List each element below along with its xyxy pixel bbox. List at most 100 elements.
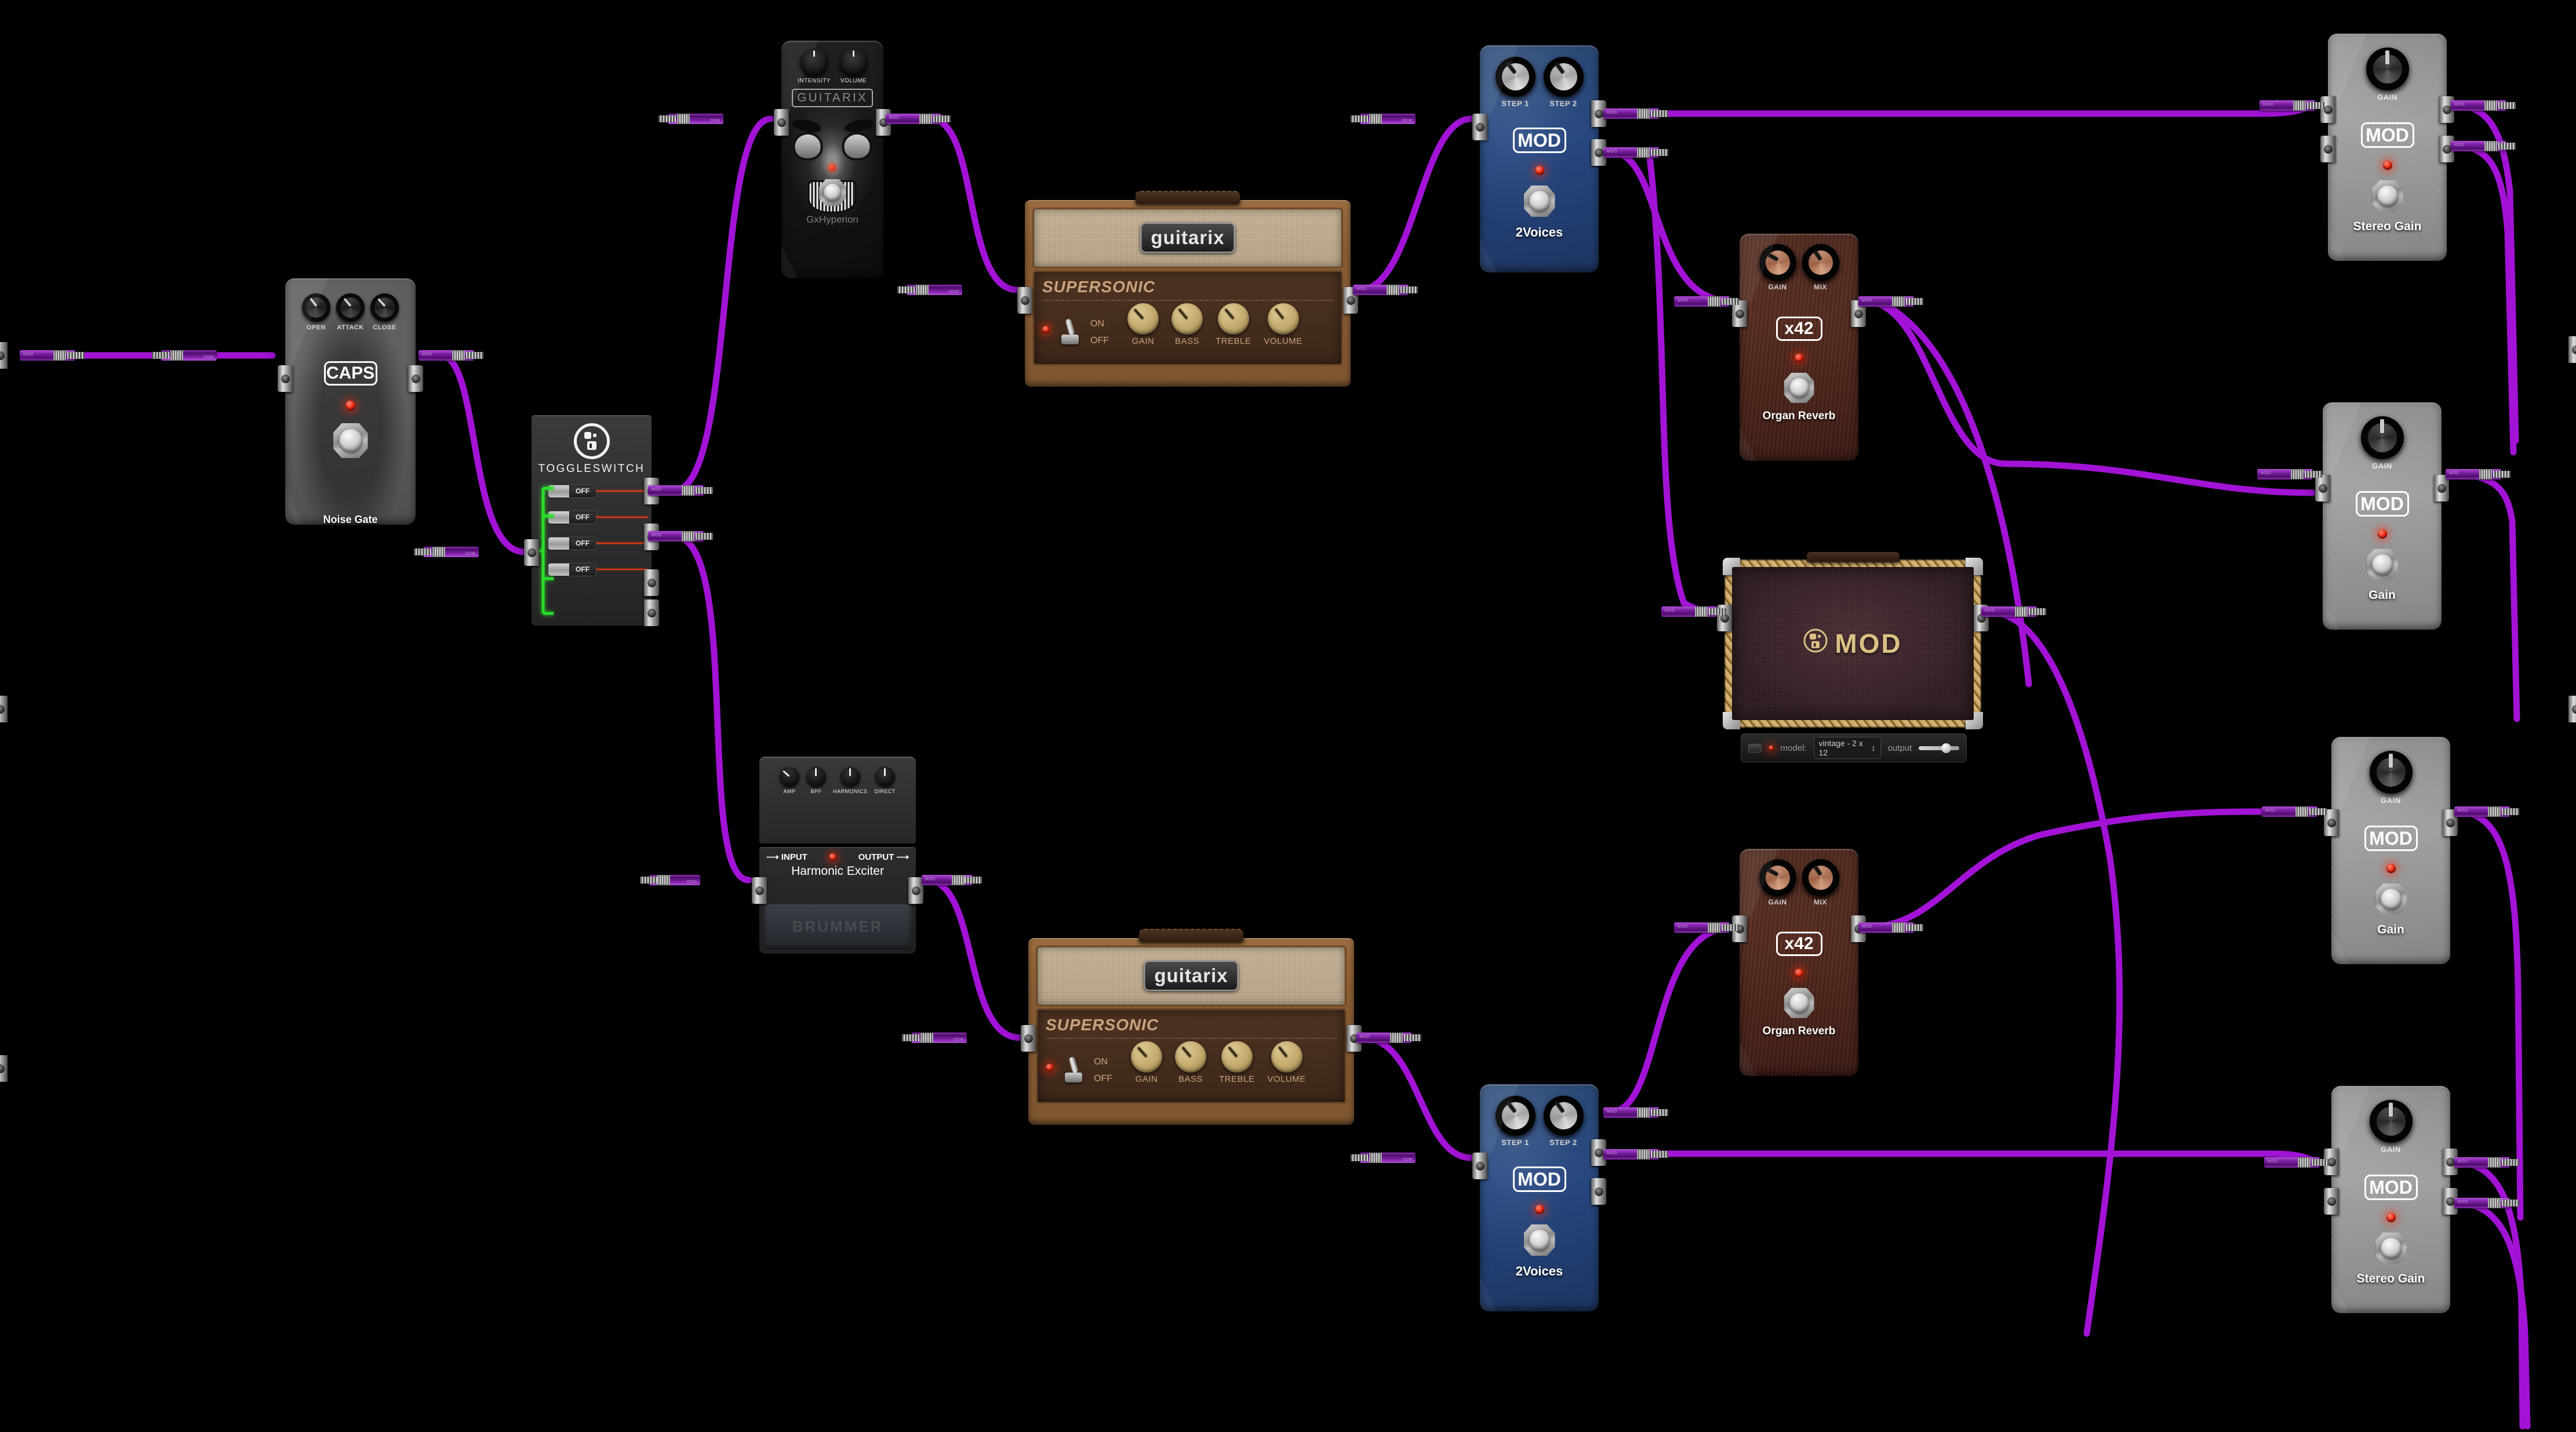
cable-plug[interactable]: MOD <box>648 485 713 496</box>
cable-plug[interactable]: MOD <box>2451 141 2516 151</box>
knob-step-1[interactable]: STEP 1 <box>1495 1096 1536 1147</box>
knob-mix[interactable]: MIX <box>1802 859 1839 906</box>
board-input-jack-3[interactable] <box>0 1055 8 1082</box>
device-noise-gate[interactable]: OPEN ATTACK CLOSE CAPS Noise Gate <box>278 278 423 525</box>
jack-input[interactable] <box>278 365 293 392</box>
cable-plug[interactable]: MOD <box>2260 100 2324 111</box>
power-toggle[interactable] <box>1064 1054 1083 1084</box>
cable-plug[interactable]: MOD <box>1661 606 1726 617</box>
cable-plug[interactable]: MOD <box>648 531 713 541</box>
board-output-jack-2[interactable] <box>2568 696 2576 722</box>
board-input-jack-1[interactable] <box>0 342 8 369</box>
toggle-row[interactable]: OFF <box>548 561 648 578</box>
cable-plug[interactable]: MOD <box>152 350 217 361</box>
knob-treble[interactable]: TREBLE <box>1219 1041 1254 1084</box>
cable-plug[interactable]: MOD <box>20 350 85 361</box>
cable-plug[interactable]: MOD <box>1674 296 1739 307</box>
jack-output[interactable] <box>408 365 423 392</box>
cable-plug[interactable]: MOD <box>922 875 982 885</box>
footswitch[interactable] <box>2375 884 2407 915</box>
toggle-row[interactable]: OFF <box>548 482 648 500</box>
knob-gain[interactable]: GAIN <box>2360 416 2404 470</box>
cable-plug[interactable]: MOD <box>2451 100 2516 111</box>
knob-volume[interactable]: VOLUME <box>1264 303 1302 346</box>
cable-plug[interactable]: MOD <box>2446 469 2510 479</box>
cable-plug[interactable]: MOD <box>2264 1157 2329 1168</box>
cable-plug[interactable]: MOD <box>1981 606 2046 617</box>
cable-plug[interactable]: MOD <box>1858 922 1923 933</box>
cable-plug[interactable]: MOD <box>1356 1033 1421 1043</box>
jack-input[interactable] <box>1472 1153 1487 1179</box>
cab-model-select[interactable]: vintage - 2 x 12 ↕ <box>1813 737 1881 759</box>
footswitch[interactable] <box>333 423 368 458</box>
knob-harmonics[interactable]: HARMONICS <box>833 767 868 794</box>
knob-gain[interactable]: GAIN <box>1131 1041 1162 1084</box>
jack-input[interactable] <box>752 877 767 904</box>
jack-input[interactable] <box>2315 475 2330 501</box>
knob-bass[interactable]: BASS <box>1171 303 1203 346</box>
footswitch[interactable] <box>2371 180 2403 212</box>
knob-volume[interactable]: VOLUME <box>1267 1041 1305 1084</box>
jack-output-4[interactable] <box>644 599 659 626</box>
cable-plug[interactable]: MOD <box>1351 114 1416 124</box>
knob-step-2[interactable]: STEP 2 <box>1543 57 1584 108</box>
toggle-row[interactable]: OFF <box>548 508 648 526</box>
cable-plug[interactable]: MOD <box>414 547 479 557</box>
cab-control-strip[interactable]: model: vintage - 2 x 12 ↕ output <box>1741 733 1967 762</box>
jack-input[interactable] <box>1021 1025 1036 1052</box>
cable-plug[interactable]: MOD <box>1603 147 1668 158</box>
footswitch[interactable] <box>1523 1224 1555 1256</box>
cable-plug[interactable]: MOD <box>897 285 962 295</box>
device-toggleswitch[interactable]: TOGGLESWITCH OFF OFF OFF OFF <box>524 415 659 626</box>
jack-input[interactable] <box>1017 287 1032 314</box>
knob-intensity[interactable]: INTENSITY <box>798 49 831 84</box>
cable-plug[interactable]: MOD <box>1858 296 1923 307</box>
output-slider[interactable] <box>1919 743 1960 753</box>
knob-treble[interactable]: TREBLE <box>1216 303 1251 346</box>
cable-plug[interactable]: MOD <box>1603 1149 1668 1160</box>
cable-plug[interactable]: MOD <box>658 114 723 124</box>
device-mod-cab[interactable]: MOD model: vintage - 2 x 12 ↕ output <box>1717 552 1989 762</box>
cable-plug[interactable]: MOD <box>1674 922 1739 933</box>
toggle-switch-2[interactable]: OFF <box>548 510 596 524</box>
knob-bpf[interactable]: BPF <box>806 767 826 794</box>
jack-output-right[interactable] <box>1591 1178 1606 1205</box>
jack-input-right[interactable] <box>2320 136 2335 162</box>
cable-plug[interactable]: MOD <box>2454 1198 2519 1208</box>
device-2voices-1[interactable]: STEP 1 STEP 2 MOD 2Voices <box>1472 45 1606 272</box>
footswitch[interactable] <box>1784 988 1814 1018</box>
device-harmonic-exciter[interactable]: AMP BPF HARMONICS DIRECT ⟶ INPUT OUTPUT … <box>752 757 923 954</box>
knob-gain[interactable]: GAIN <box>2366 48 2409 101</box>
cable-plug[interactable]: MOD <box>2454 806 2519 817</box>
footswitch[interactable] <box>1784 373 1814 403</box>
footswitch[interactable] <box>2366 549 2398 580</box>
cable-plug[interactable]: MOD <box>640 875 700 885</box>
knob-step-1[interactable]: STEP 1 <box>1495 57 1536 108</box>
cable-plug[interactable]: MOD <box>419 350 483 361</box>
knob-bass[interactable]: BASS <box>1175 1041 1206 1084</box>
device-supersonic-amp-2[interactable]: guitarix SUPERSONIC ON OFF GAIN BASS TRE… <box>1021 929 1362 1125</box>
cable-plug[interactable]: MOD <box>1603 108 1668 119</box>
device-gain-1[interactable]: GAIN MOD Gain <box>2315 402 2449 630</box>
device-organ-reverb-1[interactable]: GAIN MIX x42 Organ Reverb <box>1732 234 1866 461</box>
knob-gain[interactable]: GAIN <box>2369 751 2413 805</box>
jack-input-left[interactable] <box>2320 96 2335 123</box>
toggle-switch-1[interactable]: OFF <box>548 484 596 498</box>
knob-step-2[interactable]: STEP 2 <box>1543 1096 1584 1147</box>
knob-mix[interactable]: MIX <box>1802 244 1839 291</box>
board-output-jack-1[interactable] <box>2568 336 2576 363</box>
device-gx-hyperion[interactable]: INTENSITY VOLUME GUITARIX GxHyperion <box>774 41 891 278</box>
cable-plug[interactable]: MOD <box>902 1033 967 1043</box>
knob-volume[interactable]: VOLUME <box>839 49 867 84</box>
footswitch[interactable] <box>819 179 846 206</box>
cable-plug[interactable]: MOD <box>2262 806 2327 817</box>
board-input-jack-2[interactable] <box>0 696 8 722</box>
preset-icon[interactable] <box>1748 743 1762 753</box>
knob-direct[interactable]: DIRECT <box>875 767 896 794</box>
knob-close[interactable]: CLOSE <box>370 293 399 331</box>
knob-attack[interactable]: ATTACK <box>336 293 365 331</box>
cable-plug[interactable]: MOD <box>2454 1157 2519 1168</box>
knob-gain[interactable]: GAIN <box>1759 859 1796 906</box>
pedalboard-canvas[interactable]: OPEN ATTACK CLOSE CAPS Noise Gate TOGGLE… <box>0 0 2576 1432</box>
device-supersonic-amp-1[interactable]: guitarix SUPERSONIC ON OFF GAIN BASS TRE… <box>1017 191 1358 387</box>
